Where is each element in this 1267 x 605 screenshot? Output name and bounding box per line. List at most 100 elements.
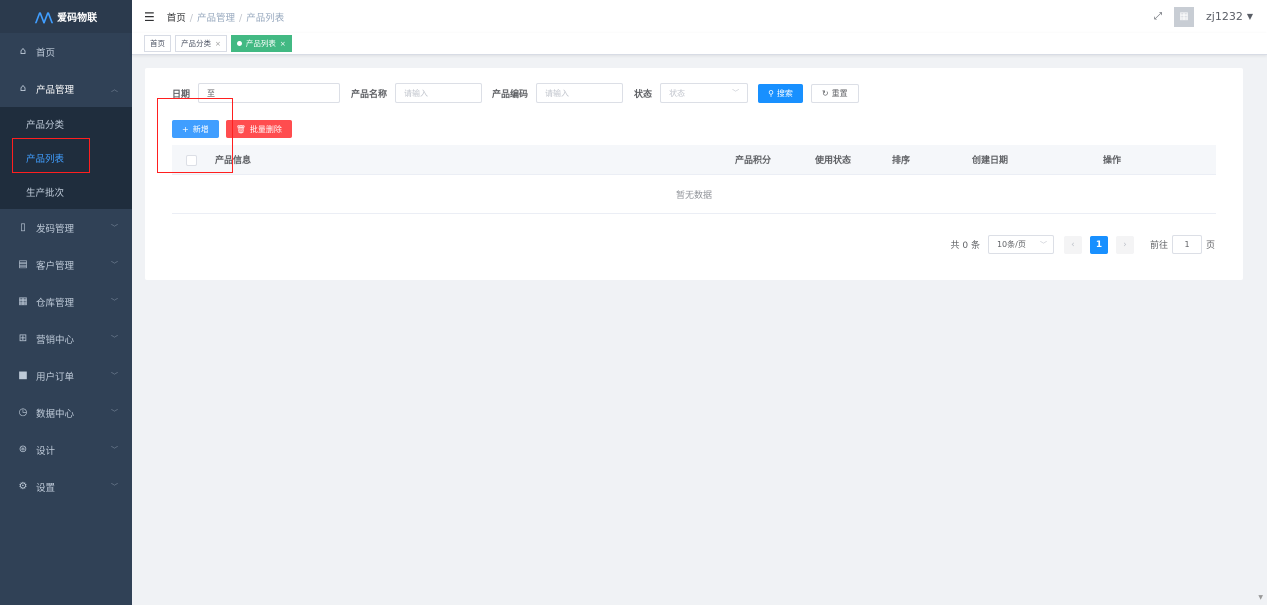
close-icon[interactable]: × <box>215 40 221 48</box>
caret-down-icon[interactable]: ▼ <box>1247 12 1253 21</box>
username[interactable]: zj1232 <box>1206 10 1243 23</box>
sidebar-item-customer-management[interactable]: ▤ 客户管理 ﹀ <box>0 246 132 283</box>
chevron-down-icon: ﹀ <box>111 260 118 269</box>
col-actions: 操作 <box>1103 156 1122 166</box>
search-icon: ⚲ <box>768 88 774 98</box>
sidebar-item-label: 设置 <box>36 482 56 494</box>
breadcrumb-product-management: 产品管理 <box>196 12 235 24</box>
sidebar-item-marketing-center[interactable]: ⊞ 营销中心 ﹀ <box>0 320 132 357</box>
page-size-select[interactable]: 10条/页 ﹀ <box>987 235 1054 254</box>
select-all-checkbox[interactable] <box>186 155 197 166</box>
sidebar-item-label: 营销中心 <box>36 334 75 346</box>
goto-page-input[interactable]: 1 <box>1171 235 1202 254</box>
action-bar: + 新增 🗑 批量删除 <box>172 120 292 138</box>
warehouse-icon: ▦ <box>18 296 28 307</box>
tags-view: 首页 产品分类 × 产品列表 × <box>132 33 1267 55</box>
sidebar-item-label: 首页 <box>36 47 56 59</box>
trash-icon: 🗑 <box>235 124 246 134</box>
hamburger-icon[interactable]: ☰ <box>144 10 155 24</box>
design-icon: ⊛ <box>18 444 28 455</box>
product-table: 产品信息 产品积分 使用状态 排序 创建日期 操作 暂无数据 <box>172 145 1216 214</box>
prev-page-button[interactable]: ‹ <box>1063 235 1082 254</box>
sidebar-item-home[interactable]: ⌂ 首页 <box>0 33 132 70</box>
sidebar-item-code-management[interactable]: ▯ 发码管理 ﹀ <box>0 209 132 246</box>
sidebar-item-label: 仓库管理 <box>36 297 75 309</box>
empty-text: 暂无数据 <box>172 175 1216 214</box>
next-page-button[interactable]: › <box>1115 235 1134 254</box>
sidebar-item-label: 数据中心 <box>36 408 75 420</box>
breadcrumb-separator: / <box>239 12 243 24</box>
sidebar-item-data-center[interactable]: ◷ 数据中心 ﹀ <box>0 394 132 431</box>
sidebar-item-user-orders[interactable]: ■ 用户订单 ﹀ <box>0 357 132 394</box>
chevron-down-icon: ﹀ <box>111 334 118 343</box>
sidebar-item-label: 产品管理 <box>36 84 75 96</box>
active-dot-icon <box>236 41 242 46</box>
tag-label: 首页 <box>150 39 165 48</box>
main-card: 日期 至 产品名称 请输入 产品编码 请输入 状态 状态 ﹀ ⚲ 搜索 ↻ 重置 +… <box>145 68 1243 280</box>
col-status: 使用状态 <box>815 156 852 166</box>
tag-label: 产品分类 <box>181 39 211 48</box>
logo-icon: ⋀⋀ <box>34 9 53 24</box>
chevron-up-icon: ︿ <box>111 84 118 93</box>
status-select[interactable]: 状态 ﹀ <box>660 83 749 103</box>
total-count: 共 0 条 <box>950 241 980 251</box>
sidebar-item-warehouse-management[interactable]: ▦ 仓库管理 ﹀ <box>0 283 132 320</box>
col-sort: 排序 <box>892 156 911 166</box>
settings-icon: ⚙ <box>18 481 28 492</box>
sidebar-item-label: 用户订单 <box>36 371 75 383</box>
tag-product-category[interactable]: 产品分类 × <box>175 35 227 52</box>
tag-home[interactable]: 首页 <box>144 35 171 52</box>
phone-icon: ▯ <box>20 222 26 233</box>
fullscreen-icon[interactable]: ⤢ <box>1154 11 1162 22</box>
page-1-button[interactable]: 1 <box>1089 235 1108 254</box>
placeholder-text: 状态 <box>669 88 686 98</box>
add-button[interactable]: + 新增 <box>172 120 219 138</box>
close-icon[interactable]: × <box>280 40 286 48</box>
logo[interactable]: ⋀⋀ 爱码物联 <box>0 0 132 33</box>
sidebar-item-design[interactable]: ⊛ 设计 ﹀ <box>0 431 132 468</box>
breadcrumb-product-list: 产品列表 <box>246 12 285 24</box>
button-label: 批量删除 <box>249 124 282 134</box>
reset-button[interactable]: ↻ 重置 <box>810 83 859 103</box>
product-name-input[interactable]: 请输入 <box>395 83 483 103</box>
table-header: 产品信息 产品积分 使用状态 排序 创建日期 操作 <box>172 145 1216 175</box>
breadcrumb-home[interactable]: 首页 <box>167 13 186 24</box>
button-label: 新增 <box>192 124 209 134</box>
chevron-down-icon: ﹀ <box>111 408 118 417</box>
scroll-down-icon[interactable]: ▼ <box>1258 594 1263 601</box>
subitem-label: 生产批次 <box>26 188 65 199</box>
chevron-down-icon: ﹀ <box>111 445 118 454</box>
product-code-label: 产品编码 <box>492 89 529 100</box>
search-button[interactable]: ⚲ 搜索 <box>758 83 803 103</box>
logo-text: 爱码物联 <box>57 13 98 24</box>
col-product-info: 产品信息 <box>215 156 252 166</box>
shop-icon: ⌂ <box>19 83 27 94</box>
sidebar-subitem-production-batch[interactable]: 生产批次 <box>0 175 132 209</box>
order-icon: ■ <box>18 370 28 381</box>
chevron-down-icon: ﹀ <box>111 482 118 491</box>
status-label: 状态 <box>634 89 653 100</box>
date-range-picker[interactable]: 至 <box>198 83 341 103</box>
breadcrumb-separator: / <box>189 12 193 24</box>
pagination: 共 0 条 10条/页 ﹀ ‹ 1 › 前往 1 页 <box>951 235 1215 254</box>
chevron-down-icon: ﹀ <box>111 223 118 232</box>
tag-label: 产品列表 <box>245 39 276 48</box>
sidebar: ⋀⋀ 爱码物联 ⌂ 首页 ⌂ 产品管理 ︿ 产品分类 产品列表 生产批次 ▯ 发… <box>0 0 132 605</box>
sidebar-subitem-product-category[interactable]: 产品分类 <box>0 107 132 141</box>
sidebar-item-settings[interactable]: ⚙ 设置 ﹀ <box>0 468 132 505</box>
sidebar-subitem-product-list[interactable]: 产品列表 <box>0 141 132 175</box>
sidebar-item-label: 设计 <box>36 445 56 457</box>
date-separator: 至 <box>207 88 216 98</box>
batch-delete-button[interactable]: 🗑 批量删除 <box>225 120 292 138</box>
placeholder-text: 请输入 <box>545 88 570 98</box>
product-code-input[interactable]: 请输入 <box>536 83 624 103</box>
avatar[interactable]: ▦ <box>1174 6 1195 27</box>
col-created-date: 创建日期 <box>972 156 1009 166</box>
goto-label: 前往 <box>1149 241 1168 251</box>
gift-icon: ⊞ <box>18 333 28 344</box>
placeholder-text: 请输入 <box>404 88 429 98</box>
tag-product-list[interactable]: 产品列表 × <box>230 35 292 52</box>
clock-icon: ◷ <box>18 407 28 418</box>
sidebar-item-label: 客户管理 <box>36 260 75 272</box>
sidebar-item-product-management[interactable]: ⌂ 产品管理 ︿ <box>0 70 132 107</box>
